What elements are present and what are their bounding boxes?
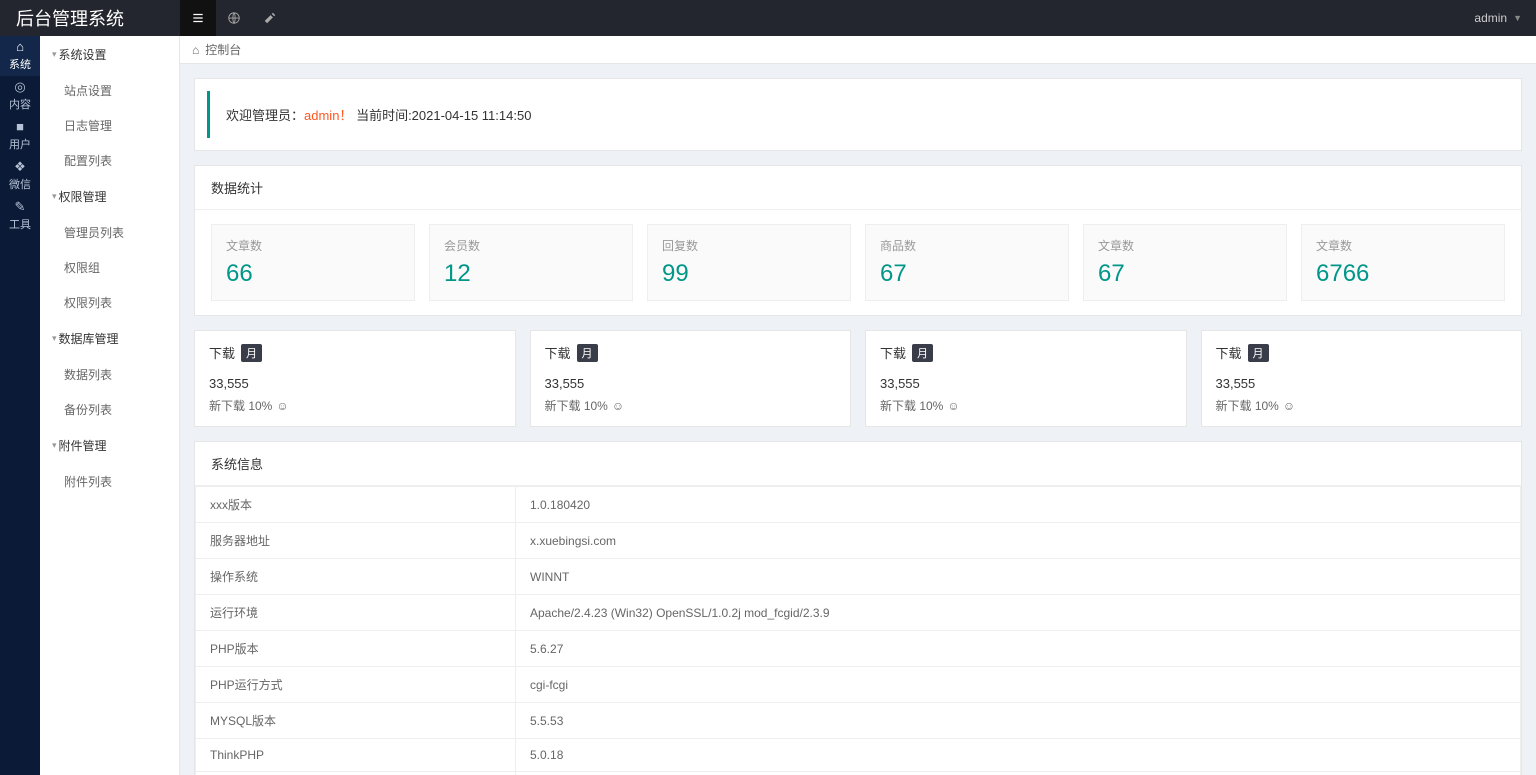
caret-icon: ▾ — [52, 333, 57, 344]
table-row: 运行环境Apache/2.4.23 (Win32) OpenSSL/1.0.2j… — [196, 595, 1521, 631]
sidebar-item-log-management[interactable]: 日志管理 — [40, 108, 179, 143]
month-tag: 月 — [912, 344, 933, 362]
home-icon: ⌂ — [16, 40, 24, 53]
table-row: MYSQL版本5.5.53 — [196, 703, 1521, 739]
smile-icon: ☺ — [947, 399, 959, 413]
welcome-banner: 欢迎管理员：admin！ 当前时间:2021-04-15 11:14:50 — [207, 91, 1509, 138]
brush-icon — [263, 11, 277, 25]
table-row: PHP版本5.6.27 — [196, 631, 1521, 667]
welcome-time: 当前时间:2021-04-15 11:14:50 — [356, 108, 531, 123]
rail-item-tools[interactable]: ✎工具 — [0, 196, 40, 236]
download-card: 下载月 33,555 新下载 10%☺ — [1201, 330, 1523, 427]
tab-dashboard[interactable]: 控制台 — [205, 41, 241, 58]
stat-card: 文章数6766 — [1301, 224, 1505, 301]
rail-item-content[interactable]: ◎内容 — [0, 76, 40, 116]
stats-panel: 数据统计 文章数66 会员数12 回复数99 商品数67 文章数67 文章数67… — [194, 165, 1522, 316]
sidebar-item-admin-list[interactable]: 管理员列表 — [40, 215, 179, 250]
table-row: PHP运行方式cgi-fcgi — [196, 667, 1521, 703]
sidebar-group-database[interactable]: ▾数据库管理 — [40, 320, 179, 357]
smile-icon: ☺ — [276, 399, 288, 413]
rail-item-wechat[interactable]: ❖微信 — [0, 156, 40, 196]
table-row: ThinkPHP5.0.18 — [196, 739, 1521, 772]
wechat-icon: ❖ — [14, 160, 26, 173]
caret-icon: ▾ — [52, 191, 57, 202]
topbar: 后台管理系统 admin ▼ — [0, 0, 1536, 36]
secondary-sidebar: ▾系统设置 站点设置 日志管理 配置列表 ▾权限管理 管理员列表 权限组 权限列… — [40, 36, 180, 775]
content-icon: ◎ — [14, 80, 25, 93]
tool-icon: ✎ — [15, 200, 26, 213]
menu-icon — [191, 11, 205, 25]
month-tag: 月 — [241, 344, 262, 362]
table-row: 服务器地址x.xuebingsi.com — [196, 523, 1521, 559]
table-row: 操作系统WINNT — [196, 559, 1521, 595]
stat-card: 会员数12 — [429, 224, 633, 301]
user-menu[interactable]: admin ▼ — [1474, 11, 1536, 25]
globe-button[interactable] — [216, 0, 252, 36]
table-row: 上传附件限制2M — [196, 772, 1521, 775]
table-row: xxx版本1.0.180420 — [196, 487, 1521, 523]
rail-item-system[interactable]: ⌂系统 — [0, 36, 40, 76]
download-card: 下载月 33,555 新下载 10%☺ — [865, 330, 1187, 427]
month-tag: 月 — [1248, 344, 1269, 362]
welcome-user: admin！ — [304, 108, 352, 123]
sidebar-item-permission-group[interactable]: 权限组 — [40, 250, 179, 285]
tab-bar: ⌂ 控制台 — [180, 36, 1536, 64]
brand: 后台管理系统 — [0, 5, 180, 31]
smile-icon: ☺ — [612, 399, 624, 413]
caret-icon: ▾ — [52, 440, 57, 451]
user-name: admin — [1474, 11, 1507, 25]
main-area: ⌂ 控制台 欢迎管理员：admin！ 当前时间:2021-04-15 11:14… — [180, 36, 1536, 775]
primary-nav-rail: ⌂系统 ◎内容 ■用户 ❖微信 ✎工具 — [0, 36, 40, 775]
sidebar-item-backup-list[interactable]: 备份列表 — [40, 392, 179, 427]
sidebar-item-permission-list[interactable]: 权限列表 — [40, 285, 179, 320]
sidebar-group-attachment[interactable]: ▾附件管理 — [40, 427, 179, 464]
stat-card: 文章数66 — [211, 224, 415, 301]
caret-icon: ▾ — [52, 49, 57, 60]
stats-title: 数据统计 — [195, 166, 1521, 210]
home-icon: ⌂ — [192, 43, 199, 57]
download-card: 下载月 33,555 新下载 10%☺ — [530, 330, 852, 427]
download-cards-row: 下载月 33,555 新下载 10%☺ 下载月 33,555 新下载 10%☺ … — [194, 330, 1522, 427]
system-info-title: 系统信息 — [195, 442, 1521, 486]
sidebar-item-data-list[interactable]: 数据列表 — [40, 357, 179, 392]
stat-card: 回复数99 — [647, 224, 851, 301]
stat-card: 商品数67 — [865, 224, 1069, 301]
download-card: 下载月 33,555 新下载 10%☺ — [194, 330, 516, 427]
sidebar-item-site-settings[interactable]: 站点设置 — [40, 73, 179, 108]
sidebar-group-permission[interactable]: ▾权限管理 — [40, 178, 179, 215]
smile-icon: ☺ — [1283, 399, 1295, 413]
user-icon: ■ — [16, 120, 24, 133]
system-info-table: xxx版本1.0.180420服务器地址x.xuebingsi.com操作系统W… — [195, 486, 1521, 775]
stat-card: 文章数67 — [1083, 224, 1287, 301]
clear-cache-button[interactable] — [252, 0, 288, 36]
sidebar-group-system-settings[interactable]: ▾系统设置 — [40, 36, 179, 73]
sidebar-item-attachment-list[interactable]: 附件列表 — [40, 464, 179, 499]
menu-toggle-button[interactable] — [180, 0, 216, 36]
system-info-panel: 系统信息 xxx版本1.0.180420服务器地址x.xuebingsi.com… — [194, 441, 1522, 775]
month-tag: 月 — [577, 344, 598, 362]
sidebar-item-config-list[interactable]: 配置列表 — [40, 143, 179, 178]
rail-item-user[interactable]: ■用户 — [0, 116, 40, 156]
chevron-down-icon: ▼ — [1513, 13, 1522, 23]
globe-icon — [227, 11, 241, 25]
